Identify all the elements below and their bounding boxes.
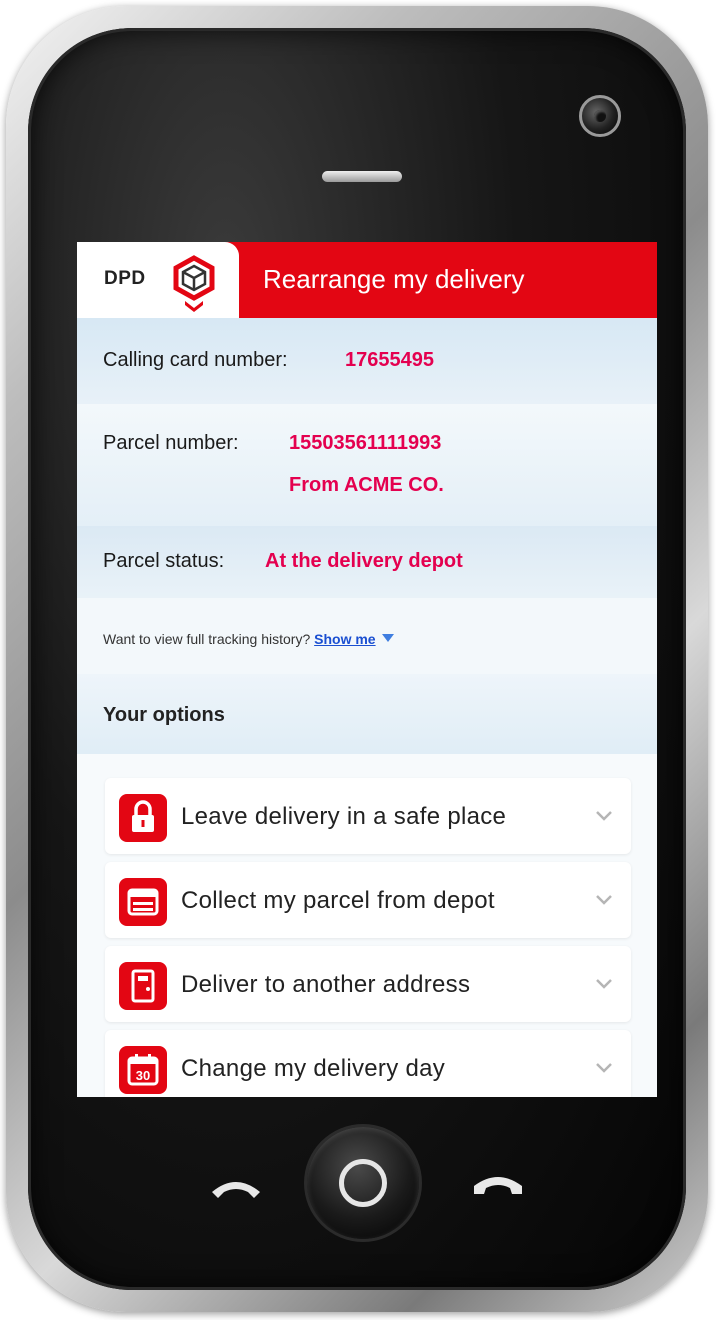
app-header: DPD Rearrange my delivery xyxy=(77,242,657,318)
option-change-day[interactable]: 30 Change my delivery day xyxy=(105,1030,631,1097)
parcel-status-row: Parcel status: At the delivery depot xyxy=(77,526,657,598)
option-label: Deliver to another address xyxy=(181,971,471,998)
chevron-down-icon[interactable] xyxy=(595,810,613,822)
option-label: Change my delivery day xyxy=(181,1055,446,1082)
tracking-history-row: Want to view full tracking history? Show… xyxy=(77,598,657,674)
option-label: Leave delivery in a safe place xyxy=(181,803,507,830)
parcel-number-value: 15503561111993 xyxy=(289,432,442,454)
show-me-link[interactable]: Show me xyxy=(314,631,375,647)
parcel-status-label: Parcel status: xyxy=(103,550,225,572)
earpiece-speaker xyxy=(322,171,402,182)
options-header-row: Your options xyxy=(77,674,657,754)
parcel-cube-icon xyxy=(173,255,215,312)
option-another-address[interactable]: Deliver to another address xyxy=(105,946,631,1022)
parcel-number-label: Parcel number: xyxy=(103,432,239,454)
page-title: Rearrange my delivery xyxy=(263,264,525,294)
options-heading: Your options xyxy=(103,704,225,726)
home-ring-icon xyxy=(339,1159,387,1207)
home-button[interactable] xyxy=(307,1127,419,1239)
chevron-down-icon[interactable] xyxy=(595,894,613,906)
calling-card-number: 17655495 xyxy=(345,349,434,371)
option-label: Collect my parcel from depot xyxy=(181,887,495,914)
option-collect-depot[interactable]: Collect my parcel from depot xyxy=(105,862,631,938)
parcel-sender: From ACME CO. xyxy=(289,474,444,496)
padlock-icon xyxy=(119,794,167,842)
option-safe-place[interactable]: Leave delivery in a safe place xyxy=(105,778,631,854)
options-list: Leave delivery in a safe place Collect m… xyxy=(105,778,631,1097)
chevron-down-icon[interactable] xyxy=(595,978,613,990)
logo-text: DPD xyxy=(104,268,146,289)
calendar-day-number: 30 xyxy=(136,1068,150,1083)
calling-card-label: Calling card number: xyxy=(103,349,288,371)
parcel-status-value: At the delivery depot xyxy=(265,550,463,572)
depot-icon xyxy=(119,878,167,926)
front-camera xyxy=(579,95,621,137)
tracking-history-question: Want to view full tracking history? xyxy=(103,631,311,647)
camera-lens xyxy=(594,110,606,122)
address-door-icon xyxy=(119,962,167,1010)
parcel-number-row: Parcel number: 15503561111993 From ACME … xyxy=(77,404,657,526)
call-end-icon[interactable] xyxy=(468,1166,528,1206)
dropdown-caret-icon[interactable] xyxy=(381,634,394,642)
tracking-history-prompt: Want to view full tracking history? Show… xyxy=(103,631,394,647)
phone-screen: DPD Rearrange my delivery Calling card n… xyxy=(77,242,657,1097)
calendar-icon: 30 xyxy=(119,1046,167,1094)
calling-card-row: Calling card number: 17655495 xyxy=(77,318,657,404)
chevron-down-icon[interactable] xyxy=(595,1062,613,1074)
call-answer-icon[interactable] xyxy=(206,1166,266,1206)
dpd-logo[interactable]: DPD xyxy=(77,242,239,318)
